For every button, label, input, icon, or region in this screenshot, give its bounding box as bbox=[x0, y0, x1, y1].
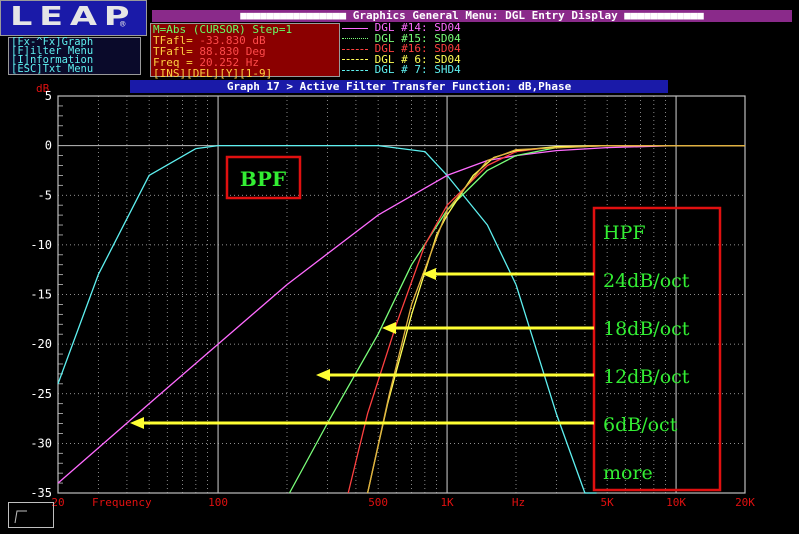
y-tick-label: -35 bbox=[30, 486, 52, 500]
y-tick-label: -10 bbox=[30, 238, 52, 252]
x-tick-label: 100 bbox=[208, 496, 228, 509]
label-more: more bbox=[603, 462, 653, 484]
x-tick-label: 500 bbox=[368, 496, 388, 509]
hpf-box bbox=[592, 206, 722, 492]
x-tick-label: 10K bbox=[666, 496, 686, 509]
y-tick-label: -5 bbox=[38, 188, 52, 202]
hpf-label: HPF bbox=[603, 222, 646, 244]
label-18db-oct: 18dB/oct bbox=[603, 318, 690, 340]
arrow-head bbox=[316, 369, 330, 381]
y-tick-label: -20 bbox=[30, 337, 52, 351]
x-tick-label: Hz bbox=[512, 496, 525, 509]
bpf-label: BPF bbox=[240, 167, 286, 191]
y-tick-label: -25 bbox=[30, 387, 52, 401]
label-6db-oct: 6dB/oct bbox=[603, 414, 678, 436]
y-tick-label: 0 bbox=[45, 139, 52, 153]
y-tick-label: -15 bbox=[30, 288, 52, 302]
x-tick-label: Frequency bbox=[92, 496, 152, 509]
arrow-head bbox=[382, 322, 396, 334]
corner-icon bbox=[14, 510, 27, 524]
y-tick-label: 5 bbox=[45, 89, 52, 103]
label-24db-oct: 24dB/oct bbox=[603, 270, 690, 292]
x-tick-label: 5K bbox=[601, 496, 615, 509]
y-tick-label: -30 bbox=[30, 436, 52, 450]
corner-widget bbox=[8, 502, 54, 528]
x-tick-label: 1K bbox=[440, 496, 454, 509]
x-tick-label: 20K bbox=[735, 496, 755, 509]
frequency-response-chart[interactable]: dB 50-5-10-15-20-25-30-3520 Frequency 100 5… bbox=[0, 0, 799, 534]
label-12db-oct: 12dB/oct bbox=[603, 366, 690, 388]
